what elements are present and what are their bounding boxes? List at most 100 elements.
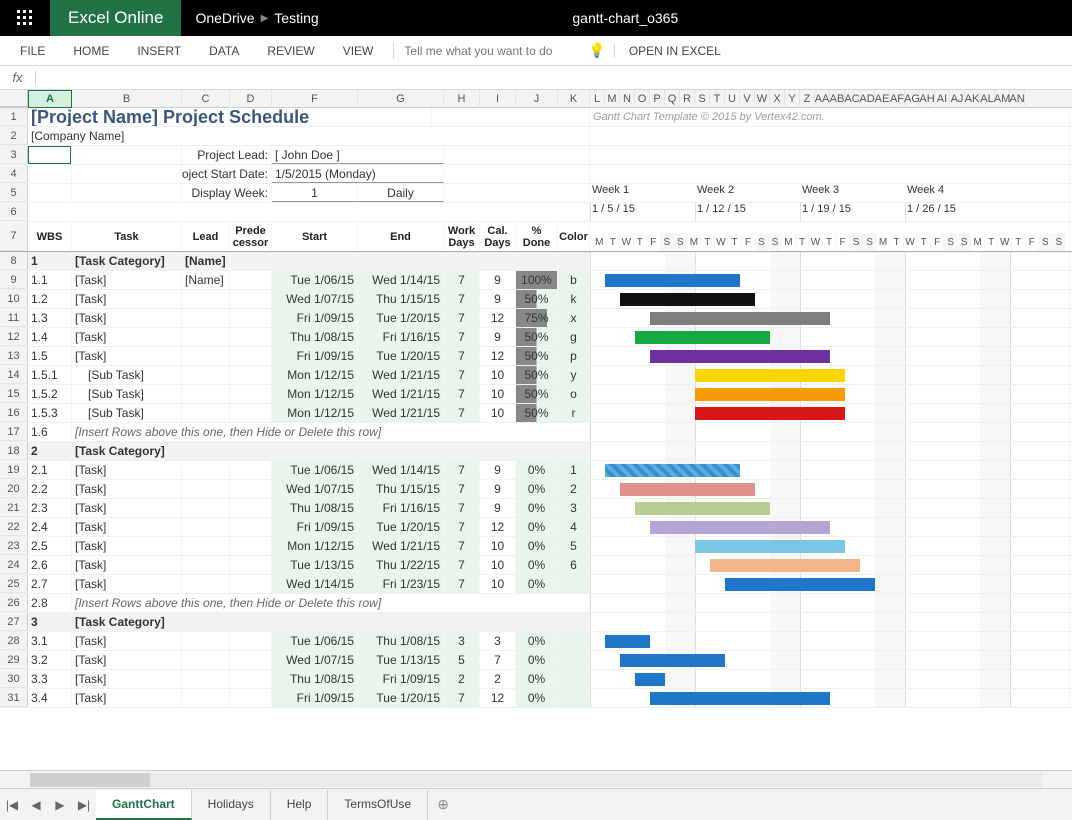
timeline-cell[interactable] [590,366,1070,384]
start-cell[interactable]: Mon 1/12/15 [272,366,358,384]
lead-cell[interactable] [182,347,230,365]
pred-cell[interactable] [230,537,272,555]
gantt-bar[interactable] [605,635,650,648]
wbs-cell[interactable]: 2.3 [28,499,72,517]
timeline-cell[interactable] [590,252,1070,270]
lead-cell[interactable] [182,651,230,669]
pct-cell[interactable]: 75% [516,309,558,327]
timeline-cell[interactable] [590,518,1070,536]
row-header[interactable]: 2 [0,127,28,145]
wbs-cell[interactable]: 1.5.3 [28,404,72,422]
row-header[interactable]: 19 [0,461,28,479]
start-cell[interactable]: Fri 1/09/15 [272,309,358,327]
workdays-cell[interactable] [444,442,480,460]
start-cell[interactable]: Thu 1/08/15 [272,670,358,688]
start-cell[interactable]: Tue 1/06/15 [272,271,358,289]
color-cell[interactable]: 4 [558,518,590,536]
caldays-cell[interactable]: 9 [480,461,516,479]
start-cell[interactable] [272,442,358,460]
color-cell[interactable] [558,632,590,650]
gantt-bar[interactable] [695,388,845,401]
caldays-cell[interactable]: 9 [480,290,516,308]
task-cell[interactable]: [Task] [72,689,182,707]
column-header-N[interactable]: N [620,90,635,108]
start-cell[interactable]: Mon 1/12/15 [272,385,358,403]
column-header-G[interactable]: G [358,90,444,108]
end-cell[interactable]: Wed 1/21/15 [358,385,444,403]
lead-cell[interactable] [182,480,230,498]
column-header-O[interactable]: O [635,90,650,108]
end-cell[interactable]: Fri 1/09/15 [358,670,444,688]
color-cell[interactable]: b [558,271,590,289]
row-header[interactable]: 30 [0,670,28,688]
color-cell[interactable]: 2 [558,480,590,498]
lead-cell[interactable] [182,689,230,707]
row-header[interactable]: 21 [0,499,28,517]
row-header[interactable]: 11 [0,309,28,327]
color-cell[interactable]: 6 [558,556,590,574]
timeline-cell[interactable] [590,499,1070,517]
cell[interactable] [72,165,182,183]
tellme-input[interactable] [404,44,584,58]
task-cell[interactable]: [Task Category] [72,442,182,460]
color-cell[interactable]: 5 [558,537,590,555]
pred-cell[interactable] [230,366,272,384]
task-cell[interactable]: [Task] [72,328,182,346]
timeline-cell[interactable]: Week 1Week 2Week 3Week 4 [590,184,1070,203]
color-cell[interactable]: 3 [558,499,590,517]
cell[interactable] [444,146,590,164]
column-header-H[interactable]: H [444,90,480,108]
cell[interactable] [28,184,72,202]
wbs-cell[interactable]: 2.6 [28,556,72,574]
color-cell[interactable]: 1 [558,461,590,479]
wbs-cell[interactable]: 1.6 [28,423,72,441]
pct-cell[interactable]: 0% [516,518,558,536]
column-header-D[interactable]: D [230,90,272,108]
pct-cell[interactable]: 50% [516,385,558,403]
lead-cell[interactable] [182,499,230,517]
column-header-AE[interactable]: AE [875,90,890,108]
note-cell[interactable]: [Insert Rows above this one, then Hide o… [72,594,590,612]
timeline-cell[interactable] [590,651,1070,669]
gantt-bar[interactable] [650,692,830,705]
gantt-bar[interactable] [605,274,740,287]
sheet-tab-help[interactable]: Help [271,790,329,820]
caldays-cell[interactable] [480,252,516,270]
column-header-Z[interactable]: Z [800,90,815,108]
column-header-L[interactable]: L [590,90,605,108]
hdr-wd[interactable]: Work Days [444,222,480,251]
task-cell[interactable]: [Task] [72,290,182,308]
cell[interactable] [444,165,590,183]
gantt-bar[interactable] [635,502,770,515]
row-header[interactable]: 22 [0,518,28,536]
timeline-cell[interactable] [590,632,1070,650]
hdr-start[interactable]: Start [272,222,358,251]
column-header-X[interactable]: X [770,90,785,108]
color-cell[interactable] [558,689,590,707]
pct-cell[interactable]: 0% [516,480,558,498]
column-header-R[interactable]: R [680,90,695,108]
gantt-bar[interactable] [695,540,845,553]
lead-cell[interactable] [182,518,230,536]
column-header-AB[interactable]: AB [830,90,845,108]
wbs-cell[interactable]: 3.2 [28,651,72,669]
timeline-cell[interactable] [590,575,1070,593]
project-lead-value[interactable]: [ John Doe ] [272,146,444,164]
column-header-K[interactable]: K [558,90,590,108]
ribbon-tab-data[interactable]: DATA [195,44,253,58]
timeline-cell[interactable] [590,385,1070,403]
gantt-bar[interactable] [695,369,845,382]
pct-cell[interactable]: 50% [516,404,558,422]
caldays-cell[interactable]: 12 [480,347,516,365]
column-header-AM[interactable]: AM [995,90,1010,108]
pred-cell[interactable] [230,385,272,403]
caldays-cell[interactable]: 12 [480,518,516,536]
task-cell[interactable]: [Task] [72,461,182,479]
end-cell[interactable]: Tue 1/20/15 [358,518,444,536]
timeline-cell[interactable] [590,127,1070,145]
column-header-AI[interactable]: AI [935,90,950,108]
lead-cell[interactable] [182,442,230,460]
pct-cell[interactable]: 0% [516,689,558,707]
pred-cell[interactable] [230,632,272,650]
column-header-AG[interactable]: AG [905,90,920,108]
